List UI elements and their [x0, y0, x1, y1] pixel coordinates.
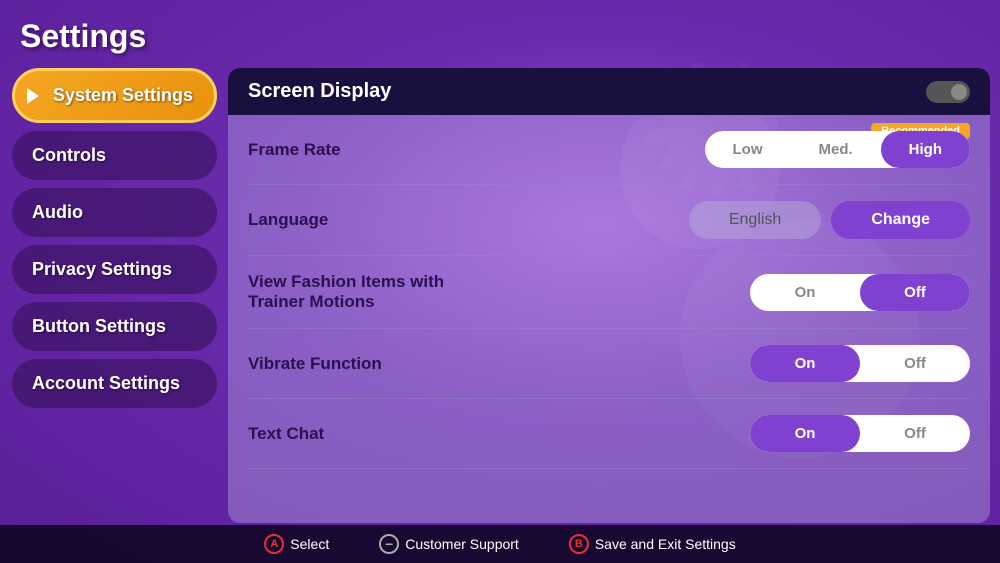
- frame-rate-label: Frame Rate: [248, 140, 705, 160]
- section-header: Screen Display: [228, 68, 990, 115]
- text-chat-on[interactable]: On: [750, 415, 860, 452]
- sidebar-item-controls-label: Controls: [32, 145, 106, 165]
- frame-rate-options: Low Med. High: [705, 131, 971, 168]
- setting-row-text-chat: Text Chat On Off: [248, 399, 970, 469]
- frame-rate-control: Recommended Low Med. High: [705, 131, 971, 168]
- sidebar: System Settings Controls Audio Privacy S…: [12, 68, 217, 408]
- frame-rate-med[interactable]: Med.: [791, 131, 881, 168]
- save-exit-label: Save and Exit Settings: [595, 536, 736, 552]
- main-content: Screen Display Frame Rate Recommended Lo…: [228, 68, 990, 523]
- sidebar-item-account-settings-label: Account Settings: [32, 373, 180, 393]
- sidebar-item-button-settings[interactable]: Button Settings: [12, 302, 217, 351]
- text-chat-label: Text Chat: [248, 424, 750, 444]
- setting-row-frame-rate: Frame Rate Recommended Low Med. High: [248, 115, 970, 185]
- vibrate-on[interactable]: On: [750, 345, 860, 382]
- fashion-items-options: On Off: [750, 274, 970, 311]
- bottom-action-save: B Save and Exit Settings: [569, 534, 736, 554]
- section-title: Screen Display: [248, 80, 391, 103]
- language-value: English: [689, 201, 821, 239]
- text-chat-options: On Off: [750, 415, 970, 452]
- setting-row-vibrate: Vibrate Function On Off: [248, 329, 970, 399]
- minus-button-icon: −: [379, 534, 399, 554]
- language-change-button[interactable]: Change: [831, 201, 970, 239]
- setting-row-language: Language English Change: [248, 185, 970, 256]
- language-control: English Change: [689, 201, 970, 239]
- language-label: Language: [248, 210, 689, 230]
- select-label: Select: [290, 536, 329, 552]
- vibrate-options: On Off: [750, 345, 970, 382]
- a-button-icon: A: [264, 534, 284, 554]
- sidebar-item-account-settings[interactable]: Account Settings: [12, 359, 217, 408]
- frame-rate-high[interactable]: High: [881, 131, 970, 168]
- fashion-items-off[interactable]: Off: [860, 274, 970, 311]
- sidebar-item-controls[interactable]: Controls: [12, 131, 217, 180]
- support-label: Customer Support: [405, 536, 519, 552]
- sidebar-item-button-settings-label: Button Settings: [32, 316, 166, 336]
- sidebar-item-audio[interactable]: Audio: [12, 188, 217, 237]
- sidebar-item-system-settings[interactable]: System Settings: [12, 68, 217, 123]
- vibrate-off[interactable]: Off: [860, 345, 970, 382]
- setting-row-fashion-items: View Fashion Items withTrainer Motions O…: [248, 256, 970, 329]
- fashion-items-on[interactable]: On: [750, 274, 860, 311]
- settings-body: Frame Rate Recommended Low Med. High Lan…: [228, 115, 990, 469]
- sidebar-item-privacy-settings[interactable]: Privacy Settings: [12, 245, 217, 294]
- sidebar-item-system-settings-label: System Settings: [53, 85, 193, 105]
- sidebar-item-audio-label: Audio: [32, 202, 83, 222]
- fashion-items-label: View Fashion Items withTrainer Motions: [248, 272, 750, 312]
- frame-rate-low[interactable]: Low: [705, 131, 791, 168]
- b-button-icon: B: [569, 534, 589, 554]
- bottom-bar: A Select − Customer Support B Save and E…: [0, 525, 1000, 563]
- text-chat-off[interactable]: Off: [860, 415, 970, 452]
- section-toggle[interactable]: [926, 81, 970, 103]
- vibrate-control: On Off: [750, 345, 970, 382]
- page-title: Settings: [20, 18, 146, 55]
- text-chat-control: On Off: [750, 415, 970, 452]
- bottom-action-select: A Select: [264, 534, 329, 554]
- fashion-items-control: On Off: [750, 274, 970, 311]
- bottom-action-support: − Customer Support: [379, 534, 519, 554]
- vibrate-label: Vibrate Function: [248, 354, 750, 374]
- sidebar-item-privacy-settings-label: Privacy Settings: [32, 259, 172, 279]
